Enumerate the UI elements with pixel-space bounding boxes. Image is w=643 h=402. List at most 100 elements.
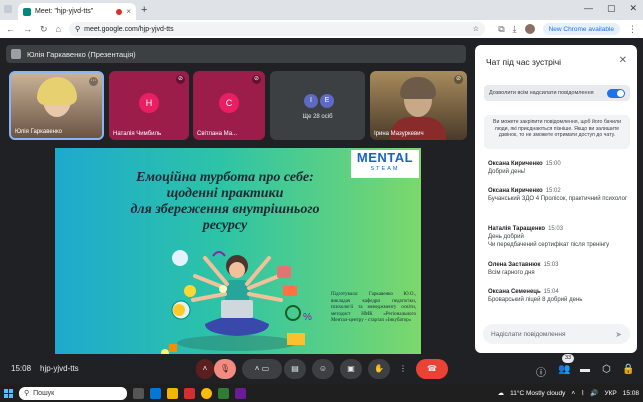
message-time: 15:03: [548, 226, 564, 232]
omnibox[interactable]: ⚲ meet.google.com/hjp-yjvd-tts ☆: [68, 22, 485, 36]
mic-off-icon: ⊘: [252, 75, 261, 84]
message-text: Добрий день!: [488, 169, 526, 175]
participant-name: Світлана Ма...: [197, 131, 238, 137]
address-bar-row: ← → ↻ ⌂ ⚲ meet.google.com/hjp-yjvd-tts ☆…: [0, 20, 643, 38]
audio-options-chevron-icon[interactable]: ˄: [196, 359, 214, 379]
weather-text[interactable]: 11°C Mostly cloudy: [510, 390, 565, 397]
browser-tab-bar: Meet: "hjp-yjvd-tts" × + — ▢ ✕: [0, 0, 643, 20]
message-author: Оксана Кириченко: [488, 188, 543, 194]
allow-messages-toggle[interactable]: [607, 88, 625, 98]
chat-message-input[interactable]: Надіслати повідомлення ➤: [483, 324, 630, 344]
message-text: Бучанський ЗДО 4 Пролісок, практичний пс…: [488, 196, 628, 202]
forward-icon[interactable]: →: [23, 24, 32, 34]
taskbar-search-box[interactable]: ⚲ Пошук: [19, 386, 127, 400]
file-explorer-icon[interactable]: [167, 387, 178, 399]
mic-off-icon: ⊘: [454, 75, 463, 84]
slide-credit-text: Підготувала: Гаркавенко Ю.О., викладач к…: [331, 292, 416, 323]
task-view-icon[interactable]: [133, 387, 144, 399]
participant-avatar: I: [304, 94, 318, 108]
message-author: Наталія Таращенко: [488, 226, 546, 232]
chrome-menu-icon[interactable]: ⋮: [628, 24, 637, 35]
minimize-button[interactable]: —: [584, 3, 593, 14]
home-icon[interactable]: ⌂: [56, 24, 61, 34]
language-indicator[interactable]: УКР: [604, 390, 616, 397]
volume-icon[interactable]: 🔊: [590, 389, 598, 397]
allow-messages-row: Дозволити всім надсилати повідомлення: [484, 85, 630, 101]
participant-tile[interactable]: ⊘ С Світлана Ма...: [193, 71, 265, 140]
weather-icon[interactable]: ☁: [498, 389, 505, 397]
presentation-icon: [11, 49, 21, 59]
send-icon[interactable]: ➤: [615, 330, 622, 339]
emoji-reactions-button[interactable]: ☺: [312, 359, 334, 379]
start-windows-icon[interactable]: [4, 388, 13, 398]
taskbar-search-placeholder: Пошук: [33, 389, 55, 397]
meeting-control-bar: 15:08 hjp-yjvd-tts ˄ 🎙 ˄ ▭ ▤ ☺ ▣ ✋ ⋮ ☎ ⓘ…: [0, 352, 643, 384]
message-time: 15:00: [545, 161, 561, 167]
message-author: Оксана Кириченко: [488, 161, 543, 167]
participant-tile[interactable]: ⋯ Юлія Гаркавенко: [9, 71, 104, 140]
participant-avatar: С: [219, 92, 239, 113]
message-author: Олена Заставнюк: [488, 262, 541, 268]
downloads-icon[interactable]: ⤓: [513, 24, 517, 35]
extensions-icon[interactable]: ⧉: [498, 24, 504, 35]
participant-name: Наталія Чимбиль: [113, 131, 162, 137]
app-icon[interactable]: [184, 387, 195, 399]
leave-call-button[interactable]: ☎: [416, 359, 448, 379]
toolbar-right: ⧉ ⤓ New Chrome available ⋮: [498, 23, 637, 35]
present-button[interactable]: ▣: [340, 359, 362, 379]
system-tray: ☁ 11°C Mostly cloudy ˄ ⌇ 🔊 УКР 15:08: [498, 389, 639, 398]
allow-messages-label: Дозволити всім надсилати повідомлення: [489, 90, 594, 96]
mic-off-icon: ⊘: [176, 75, 185, 84]
participant-tile[interactable]: ⊘ Н Наталія Чимбиль: [109, 71, 189, 140]
windows-taskbar: ⚲ Пошук ☁ 11°C Mostly cloudy ˄ ⌇ 🔊 УКР 1…: [0, 384, 643, 402]
back-icon[interactable]: ←: [6, 24, 15, 34]
chat-title: Чат під час зустрічі: [486, 57, 562, 67]
camera-button[interactable]: ˄ ▭: [242, 359, 282, 379]
chat-icon[interactable]: ▬: [580, 364, 590, 375]
close-chat-button[interactable]: ✕: [619, 55, 627, 66]
more-options-icon[interactable]: ⋮: [396, 359, 410, 379]
chrome-icon[interactable]: [201, 387, 212, 399]
edge-icon[interactable]: [150, 387, 161, 399]
tab-title: Meet: "hjp-yjvd-tts": [35, 8, 94, 15]
more-participants-tile[interactable]: I E Ще 28 осіб: [270, 71, 365, 140]
host-controls-icon[interactable]: 🔒: [622, 364, 634, 375]
meeting-info-icon[interactable]: ⓘ: [536, 364, 546, 379]
tab-close-icon[interactable]: ×: [126, 7, 131, 16]
activities-icon[interactable]: ⬡: [602, 364, 611, 375]
close-window-button[interactable]: ✕: [629, 3, 637, 14]
maximize-button[interactable]: ▢: [607, 3, 616, 14]
bookmark-star-icon[interactable]: ☆: [473, 25, 479, 33]
participant-avatar: E: [320, 94, 334, 108]
reload-icon[interactable]: ↻: [40, 24, 48, 35]
participant-hair: [37, 77, 77, 105]
message-author: Оксана Семенець: [488, 289, 541, 295]
network-icon[interactable]: ⌇: [581, 389, 584, 397]
profile-avatar[interactable]: [524, 24, 535, 34]
chat-panel: Чат під час зустрічі ✕ Дозволити всім на…: [475, 45, 637, 353]
raise-hand-button[interactable]: ✋: [368, 359, 390, 379]
more-participants-label: Ще 28 осіб: [302, 114, 333, 120]
presenter-bar: Юлія Гаркавенко (Презентація): [6, 45, 466, 63]
chat-input-placeholder: Надіслати повідомлення: [491, 330, 566, 338]
captions-button[interactable]: ▤: [284, 359, 306, 379]
message-text: Всім гарного дня: [488, 270, 535, 276]
mic-off-button[interactable]: 🎙: [214, 359, 236, 379]
app-icon[interactable]: [235, 387, 246, 399]
tab-search-icon[interactable]: [4, 5, 12, 13]
participant-tile[interactable]: ⊘ Ірина Мазуркевич: [370, 71, 467, 140]
new-chrome-available-button[interactable]: New Chrome available: [542, 23, 620, 35]
message-time: 15:03: [543, 262, 559, 268]
chat-message: Наталія Таращенко 15:03 День добрий Чи пе…: [488, 225, 628, 249]
tray-expand-icon[interactable]: ˄: [571, 390, 575, 397]
more-dots-icon[interactable]: ⋯: [89, 77, 98, 86]
site-info-icon[interactable]: ⚲: [75, 25, 80, 33]
people-icon[interactable]: 👥: [558, 364, 570, 375]
svg-text:%: %: [303, 312, 312, 323]
app-icon[interactable]: [218, 387, 229, 399]
new-tab-button[interactable]: +: [141, 4, 147, 16]
meeting-code: hjp-yjvd-tts: [40, 364, 79, 373]
window-controls: — ▢ ✕: [584, 3, 637, 14]
taskbar-clock[interactable]: 15:08: [623, 390, 639, 397]
browser-tab[interactable]: Meet: "hjp-yjvd-tts" ×: [18, 3, 136, 20]
